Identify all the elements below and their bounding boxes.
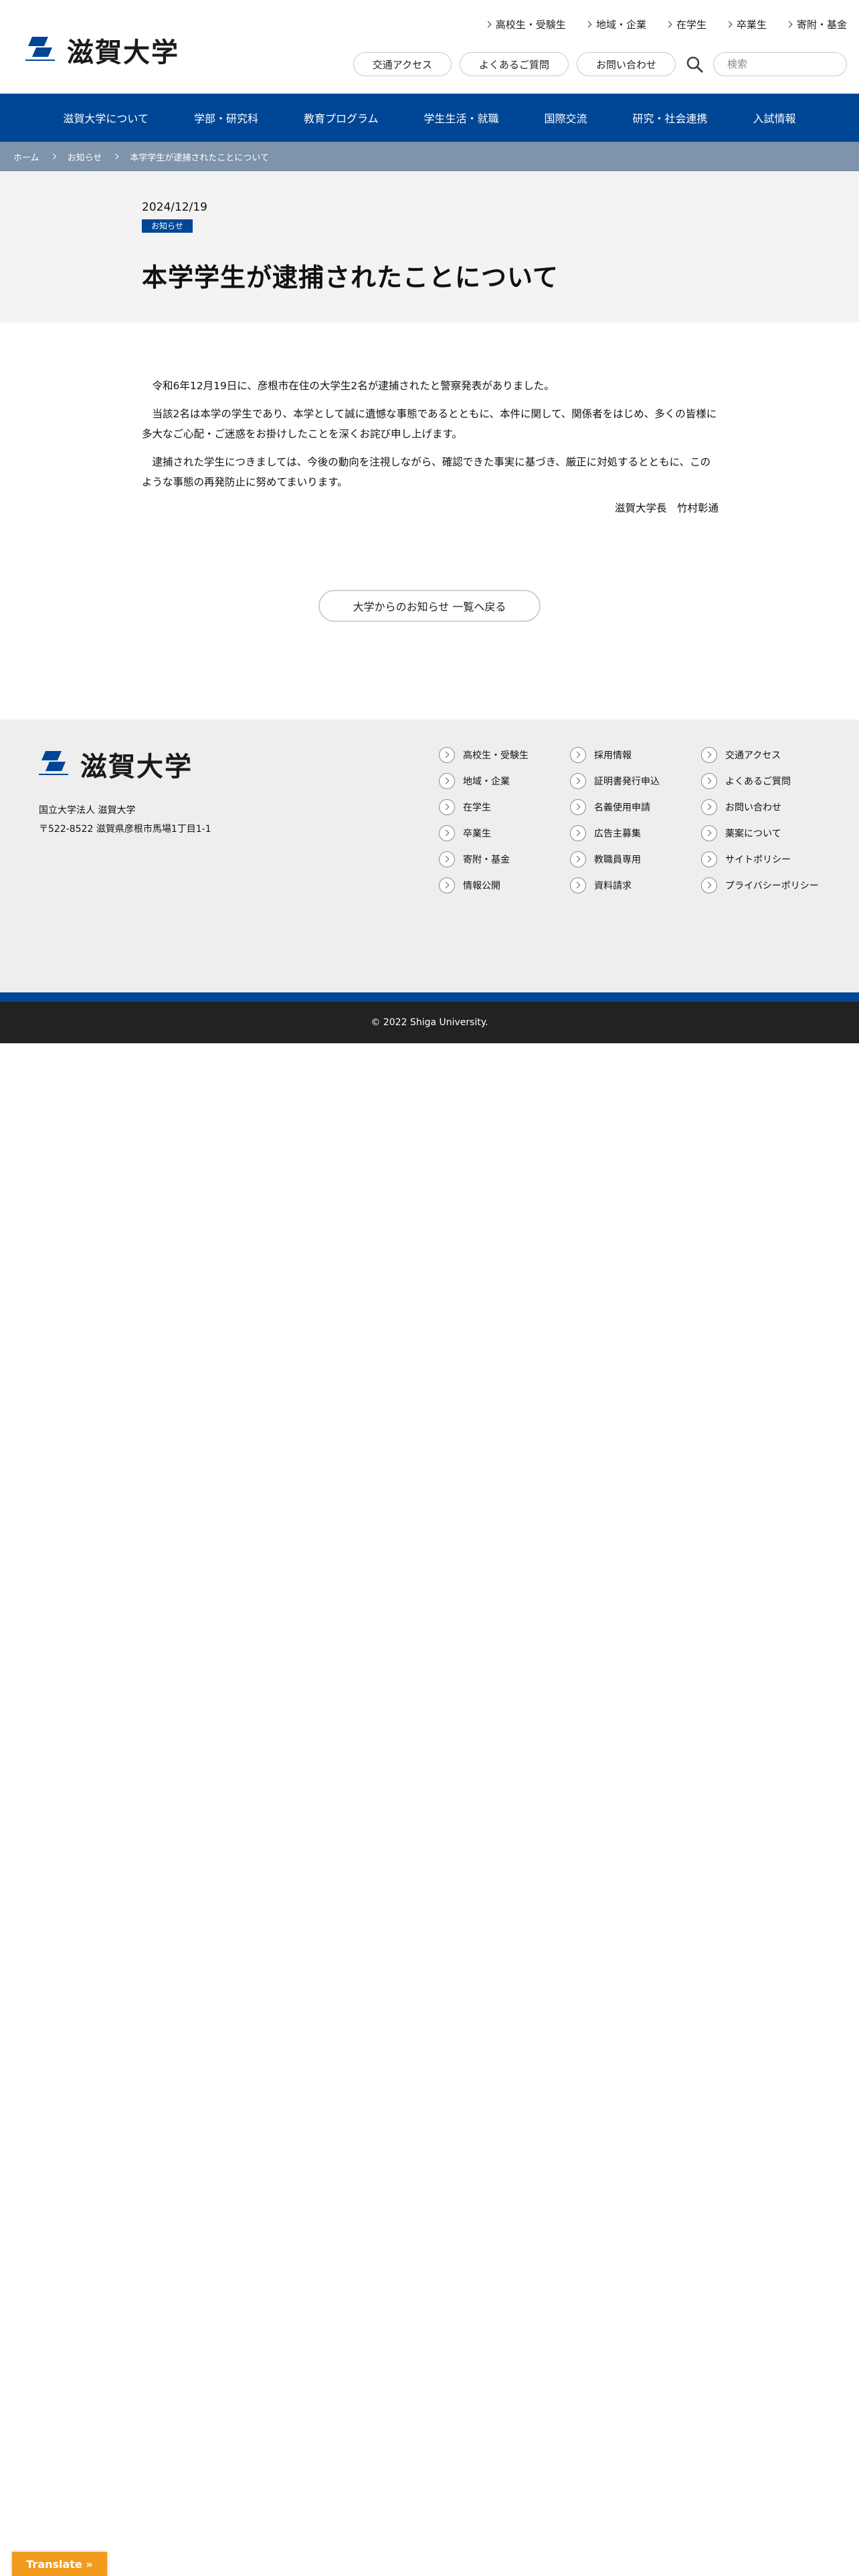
footer-link[interactable]: 寄附・基金 bbox=[439, 851, 570, 867]
circle-chevron-icon bbox=[439, 877, 455, 893]
footer-link[interactable]: よくあるご質問 bbox=[701, 772, 855, 789]
circle-chevron-icon bbox=[701, 877, 717, 893]
util-link-applicants[interactable]: 高校生・受験生 bbox=[484, 17, 566, 31]
footer-link[interactable]: 名義使用申請 bbox=[570, 798, 701, 815]
site-header: 滋賀大学 高校生・受験生 地域・企業 在学生 卒業生 寄附・基金 交通アクセス … bbox=[0, 0, 859, 94]
logo-text: 滋賀大学 bbox=[67, 37, 179, 68]
logo-mark-icon bbox=[25, 37, 55, 61]
signature: 滋賀大学長 竹村彰通 bbox=[614, 502, 719, 514]
footer-link[interactable]: サイトポリシー bbox=[701, 851, 855, 867]
circle-chevron-icon bbox=[570, 825, 586, 841]
chevron-right-icon bbox=[785, 21, 793, 28]
footer-address-block: 国立大学法人 滋賀大学 〒522-8522 滋賀県彦根市馬場1丁目1-1 bbox=[39, 801, 211, 839]
circle-chevron-icon bbox=[701, 746, 717, 763]
chevron-right-icon bbox=[113, 153, 119, 160]
post-date: 2024/12/19 bbox=[142, 201, 207, 214]
breadcrumb-home[interactable]: ホーム bbox=[13, 150, 39, 163]
breadcrumb-news[interactable]: お知らせ bbox=[68, 150, 102, 163]
footer-link[interactable]: 教職員専用 bbox=[570, 851, 701, 867]
footer-link[interactable]: 採用情報 bbox=[570, 746, 701, 763]
breadcrumb: ホーム お知らせ 本学学生が逮捕されたことについて bbox=[0, 142, 859, 171]
category-badge[interactable]: お知らせ bbox=[142, 219, 193, 233]
nav-item-programs[interactable]: 教育プログラム bbox=[281, 94, 401, 142]
circle-chevron-icon bbox=[439, 825, 455, 841]
footer-logo[interactable]: 滋賀大学 bbox=[39, 745, 193, 784]
footer-accent-bar bbox=[0, 992, 859, 1002]
footer-link[interactable]: 広告主募集 bbox=[570, 825, 701, 841]
circle-chevron-icon bbox=[570, 851, 586, 867]
chevron-right-icon bbox=[585, 21, 592, 28]
footer-link[interactable]: 高校生・受験生 bbox=[439, 746, 570, 763]
nav-item-about[interactable]: 滋賀大学について bbox=[40, 94, 171, 142]
back-to-news-button[interactable]: 大学からのお知らせ 一覧へ戻る bbox=[318, 590, 541, 622]
article-paragraph: 当該2名は本学の学生であり、本学として誠に遺憾な事態であるとともに、本件に関して… bbox=[142, 408, 717, 440]
translate-button[interactable]: Translate » bbox=[12, 2552, 107, 2576]
chevron-right-icon bbox=[665, 21, 672, 28]
nav-item-admissions[interactable]: 入試情報 bbox=[731, 94, 819, 142]
footer-link[interactable]: 地域・企業 bbox=[439, 772, 570, 789]
footer-link[interactable]: お問い合わせ bbox=[701, 798, 855, 815]
chevron-right-icon bbox=[50, 153, 56, 160]
footer-link[interactable]: 薬案について bbox=[701, 825, 855, 841]
breadcrumb-current: 本学学生が逮捕されたことについて bbox=[130, 152, 269, 163]
circle-chevron-icon bbox=[439, 746, 455, 763]
nav-item-student-life[interactable]: 学生生活・就職 bbox=[401, 94, 522, 142]
global-nav: 滋賀大学について 学部・研究科 教育プログラム 学生生活・就職 国際交流 研究・… bbox=[0, 94, 859, 142]
circle-chevron-icon bbox=[439, 772, 455, 789]
util-link-students[interactable]: 在学生 bbox=[665, 17, 706, 31]
util-link-alumni[interactable]: 卒業生 bbox=[725, 17, 767, 31]
search-icon[interactable] bbox=[685, 52, 705, 76]
circle-chevron-icon bbox=[701, 772, 717, 789]
circle-chevron-icon bbox=[570, 772, 586, 789]
footer-link[interactable]: 卒業生 bbox=[439, 825, 570, 841]
page-title: 本学学生が逮捕されたことについて bbox=[142, 263, 559, 292]
faq-button[interactable]: よくあるご質問 bbox=[459, 52, 569, 76]
search-input[interactable] bbox=[713, 52, 847, 76]
article-paragraph: 逮捕された学生につきましては、今後の動向を注視しながら、確認できた事実に基づき、… bbox=[142, 456, 711, 488]
footer-link[interactable]: 在学生 bbox=[439, 798, 570, 815]
site-footer: 滋賀大学 国立大学法人 滋賀大学 〒522-8522 滋賀県彦根市馬場1丁目1-… bbox=[0, 720, 859, 992]
chevron-right-icon bbox=[725, 21, 733, 28]
footer-org: 国立大学法人 滋賀大学 bbox=[39, 805, 136, 816]
footer-links: 高校生・受験生 採用情報 交通アクセス 地域・企業 証明書発行申込 よくあるご質… bbox=[439, 746, 855, 893]
util-link-donation[interactable]: 寄附・基金 bbox=[785, 17, 847, 31]
footer-link[interactable]: 証明書発行申込 bbox=[570, 772, 701, 789]
article-body: 令和6年12月19日に、彦根市在住の大学生2名が逮捕されたと警察発表がありました… bbox=[142, 376, 719, 515]
chevron-right-icon bbox=[484, 21, 492, 28]
footer-address: 〒522-8522 滋賀県彦根市馬場1丁目1-1 bbox=[39, 824, 211, 835]
article-paragraph: 令和6年12月19日に、彦根市在住の大学生2名が逮捕されたと警察発表がありました… bbox=[152, 380, 555, 392]
contact-button[interactable]: お問い合わせ bbox=[576, 52, 676, 76]
header-pill-row: 交通アクセス よくあるご質問 お問い合わせ bbox=[353, 52, 847, 76]
util-link-community[interactable]: 地域・企業 bbox=[585, 17, 646, 31]
circle-chevron-icon bbox=[701, 851, 717, 867]
nav-item-international[interactable]: 国際交流 bbox=[522, 94, 610, 142]
nav-item-faculties[interactable]: 学部・研究科 bbox=[171, 94, 281, 142]
access-button[interactable]: 交通アクセス bbox=[353, 52, 452, 76]
footer-logo-text: 滋賀大学 bbox=[80, 752, 193, 782]
circle-chevron-icon bbox=[570, 798, 586, 815]
circle-chevron-icon bbox=[439, 798, 455, 815]
circle-chevron-icon bbox=[570, 877, 586, 893]
circle-chevron-icon bbox=[570, 746, 586, 763]
copyright: © 2022 Shiga University. bbox=[0, 1002, 859, 1043]
site-logo[interactable]: 滋賀大学 bbox=[25, 31, 179, 70]
circle-chevron-icon bbox=[701, 798, 717, 815]
post-header: 2024/12/19 お知らせ 本学学生が逮捕されたことについて bbox=[0, 171, 859, 322]
nav-item-research[interactable]: 研究・社会連携 bbox=[610, 94, 731, 142]
footer-link[interactable]: 資料請求 bbox=[570, 877, 701, 893]
circle-chevron-icon bbox=[701, 825, 717, 841]
footer-link[interactable]: 情報公開 bbox=[439, 877, 570, 893]
footer-link[interactable]: プライバシーポリシー bbox=[701, 877, 855, 893]
utility-links: 高校生・受験生 地域・企業 在学生 卒業生 寄附・基金 bbox=[484, 17, 847, 31]
logo-mark-icon bbox=[39, 751, 68, 775]
footer-link[interactable]: 交通アクセス bbox=[701, 746, 855, 763]
circle-chevron-icon bbox=[439, 851, 455, 867]
